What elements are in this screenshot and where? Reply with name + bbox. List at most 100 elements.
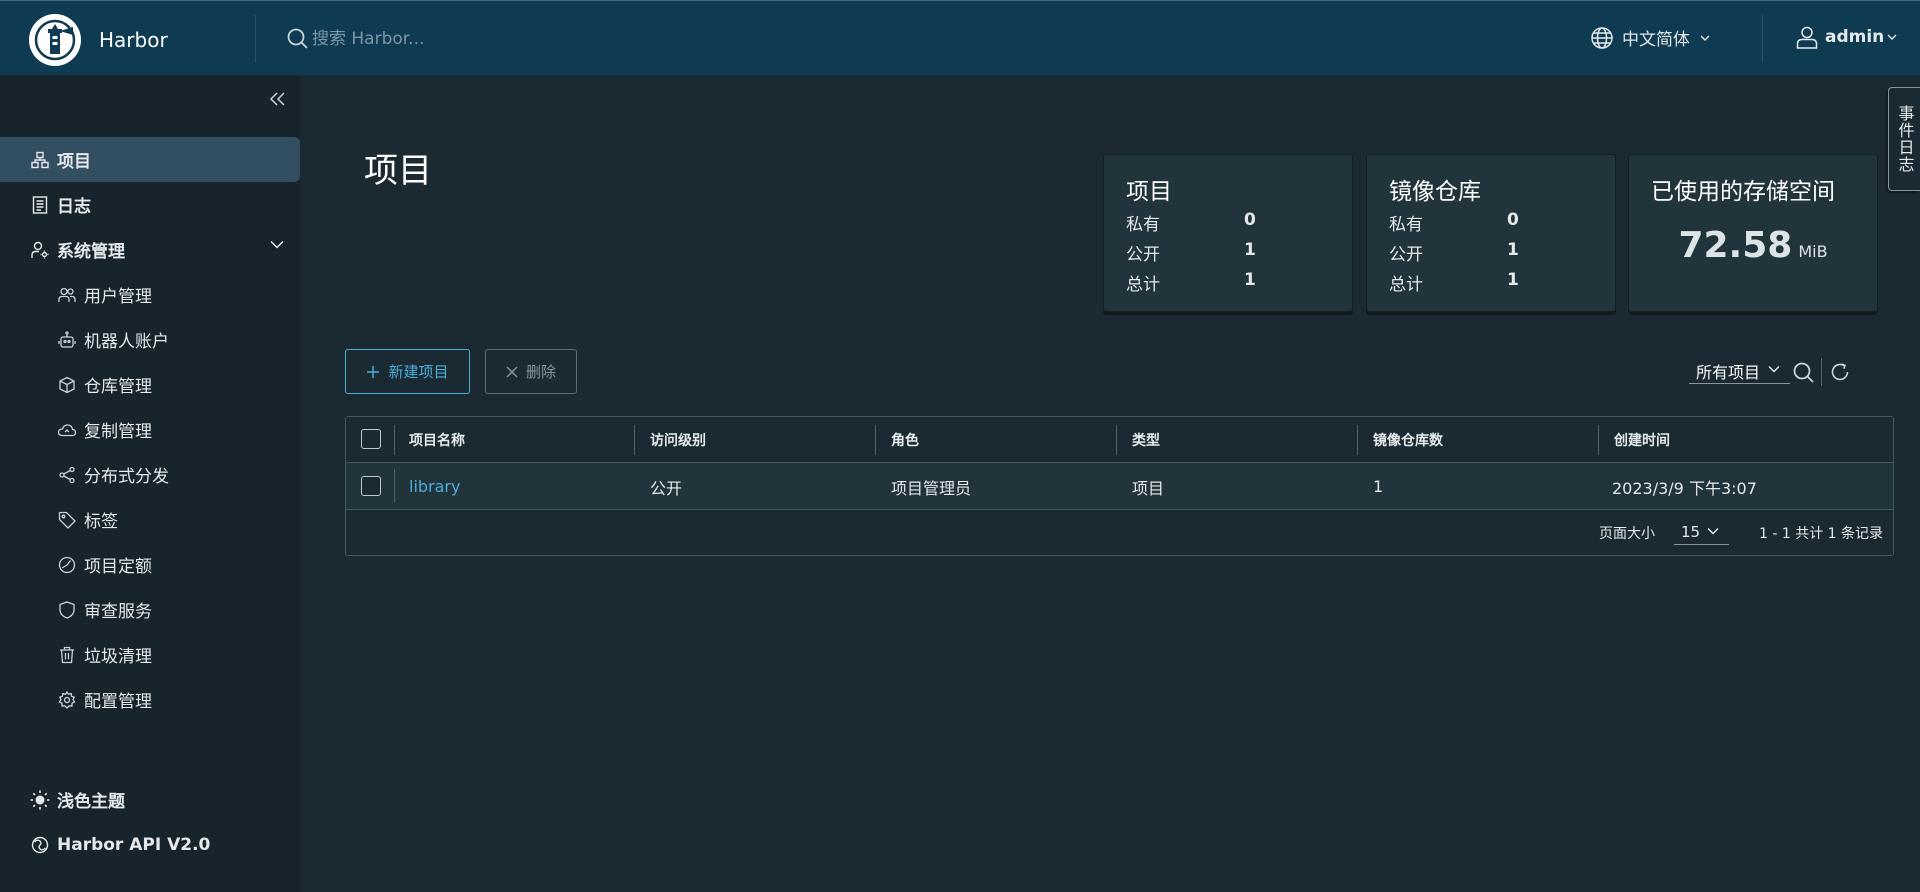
sidebar-item-users[interactable]: 用户管理: [0, 272, 300, 317]
chevron-down-icon: [1707, 527, 1719, 535]
row-checkbox[interactable]: [361, 476, 381, 496]
event-log-tab[interactable]: 事件日志: [1888, 87, 1920, 191]
user-menu[interactable]: admin: [1795, 25, 1897, 49]
sidebar-item-projects[interactable]: 项目: [0, 137, 300, 182]
sidebar-item-replications[interactable]: 复制管理: [0, 407, 300, 452]
repo-count-cell: 1: [1373, 477, 1384, 496]
chevron-down-icon: [1768, 365, 1780, 373]
sidebar-item-label: 项目定额: [84, 557, 152, 577]
new-project-button[interactable]: 新建项目: [345, 349, 470, 394]
sidebar-item-interrogation-services[interactable]: 审查服务: [0, 587, 300, 632]
column-header-creation-time[interactable]: 创建时间: [1614, 417, 1670, 463]
sidebar-item-label: 仓库管理: [84, 377, 152, 397]
sidebar-item-admin[interactable]: 系统管理: [0, 227, 300, 272]
search-input[interactable]: [312, 26, 612, 52]
page-title: 项目: [364, 151, 432, 191]
search-icon[interactable]: [1792, 361, 1816, 385]
collapse-sidebar-icon[interactable]: [268, 89, 288, 109]
replication-icon: [57, 420, 77, 440]
sidebar: 项目 日志 系统管理 用户管理 机器人账户 仓库管理 复制管理 分布式分发 标签…: [0, 75, 300, 892]
stat-row-private: 私有 0: [1126, 210, 1256, 235]
column-header-role[interactable]: 角色: [891, 417, 919, 463]
select-all-checkbox[interactable]: [361, 429, 381, 449]
quota-icon: [57, 555, 77, 575]
repositories-summary-card: 镜像仓库 私有 0 公开 1 总计 1: [1366, 154, 1616, 312]
column-divider: [394, 469, 395, 503]
project-name-link[interactable]: library: [409, 463, 460, 510]
sidebar-item-label: 标签: [84, 512, 118, 532]
trash-icon: [57, 645, 77, 665]
chevron-down-icon: [1887, 33, 1897, 41]
gear-icon: [57, 690, 77, 710]
logs-icon: [30, 195, 50, 215]
stat-row-public: 公开 1: [1126, 240, 1256, 265]
column-header-access-level[interactable]: 访问级别: [650, 417, 706, 463]
page-size-select[interactable]: 15: [1674, 520, 1729, 545]
card-title: 项目: [1126, 179, 1172, 205]
table-footer: 页面大小 15 1 - 1 共计 1 条记录: [346, 510, 1893, 556]
page-size-label: 页面大小: [1599, 526, 1655, 542]
sidebar-item-label: 机器人账户: [84, 332, 169, 352]
sidebar-item-light-theme[interactable]: 浅色主题: [0, 777, 300, 822]
sidebar-item-labels[interactable]: 标签: [0, 497, 300, 542]
sidebar-item-logs[interactable]: 日志: [0, 182, 300, 227]
app-header: Harbor 中文简体 admin: [0, 0, 1920, 75]
sidebar-item-label: 配置管理: [84, 692, 152, 712]
sidebar-item-project-quotas[interactable]: 项目定额: [0, 542, 300, 587]
chevron-down-icon: [270, 240, 284, 249]
sidebar-item-distributions[interactable]: 分布式分发: [0, 452, 300, 497]
column-divider: [1357, 425, 1358, 455]
delete-button[interactable]: 删除: [485, 349, 577, 394]
sidebar-item-configuration[interactable]: 配置管理: [0, 677, 300, 722]
column-divider: [875, 425, 876, 455]
column-divider: [394, 425, 395, 455]
brand[interactable]: Harbor: [29, 14, 168, 66]
column-divider: [634, 425, 635, 455]
sidebar-item-label: Harbor API V2.0: [57, 834, 211, 855]
project-filter-select[interactable]: 所有项目: [1689, 358, 1790, 384]
column-header-type[interactable]: 类型: [1132, 417, 1160, 463]
brand-name: Harbor: [99, 28, 168, 52]
storage-unit: MiB: [1798, 242, 1828, 261]
stat-row-private: 私有 0: [1389, 210, 1519, 235]
sidebar-item-label: 复制管理: [84, 422, 152, 442]
toolbar-divider: [1821, 358, 1822, 386]
admin-icon: [30, 240, 50, 260]
storage-summary-card: 已使用的存储空间 72.58 MiB: [1628, 154, 1878, 312]
chevron-down-icon: [1700, 34, 1710, 42]
api-icon: [30, 835, 50, 855]
storage-value: 72.58: [1678, 225, 1793, 266]
storage-usage: 72.58 MiB: [1629, 225, 1877, 266]
sidebar-item-label: 垃圾清理: [84, 647, 152, 667]
users-icon: [57, 285, 77, 305]
column-divider: [1598, 425, 1599, 455]
sidebar-item-robot-accounts[interactable]: 机器人账户: [0, 317, 300, 362]
header-divider: [255, 15, 256, 63]
sidebar-item-label: 项目: [57, 152, 91, 172]
stat-row-public: 公开 1: [1389, 240, 1519, 265]
language-selector[interactable]: 中文简体: [1590, 25, 1710, 50]
projects-summary-card: 项目 私有 0 公开 1 总计 1: [1103, 154, 1353, 312]
sidebar-item-registries[interactable]: 仓库管理: [0, 362, 300, 407]
shield-icon: [57, 600, 77, 620]
table-header: 项目名称 访问级别 角色 类型 镜像仓库数 创建时间: [346, 417, 1893, 463]
user-icon: [1795, 25, 1819, 49]
sidebar-item-harbor-api[interactable]: Harbor API V2.0: [0, 822, 300, 867]
close-icon: [506, 366, 518, 378]
sun-icon: [30, 790, 50, 810]
username: admin: [1825, 27, 1885, 47]
tag-icon: [57, 510, 77, 530]
refresh-icon[interactable]: [1829, 361, 1851, 383]
stat-row-total: 总计 1: [1389, 270, 1519, 295]
column-header-repo-count[interactable]: 镜像仓库数: [1373, 417, 1443, 463]
sidebar-item-garbage-collection[interactable]: 垃圾清理: [0, 632, 300, 677]
card-title: 已使用的存储空间: [1651, 179, 1835, 205]
creation-time-cell: 2023/3/9 下午3:07: [1612, 478, 1757, 498]
global-search[interactable]: [286, 26, 612, 52]
sidebar-item-label: 审查服务: [84, 602, 152, 622]
column-header-name[interactable]: 项目名称: [409, 417, 465, 463]
access-level-cell: 公开: [650, 478, 683, 498]
role-cell: 项目管理员: [891, 478, 972, 498]
pagination-info: 1 - 1 共计 1 条记录: [1759, 526, 1884, 542]
table-row: library 公开 项目管理员 项目 1 2023/3/9 下午3:07: [346, 463, 1893, 510]
